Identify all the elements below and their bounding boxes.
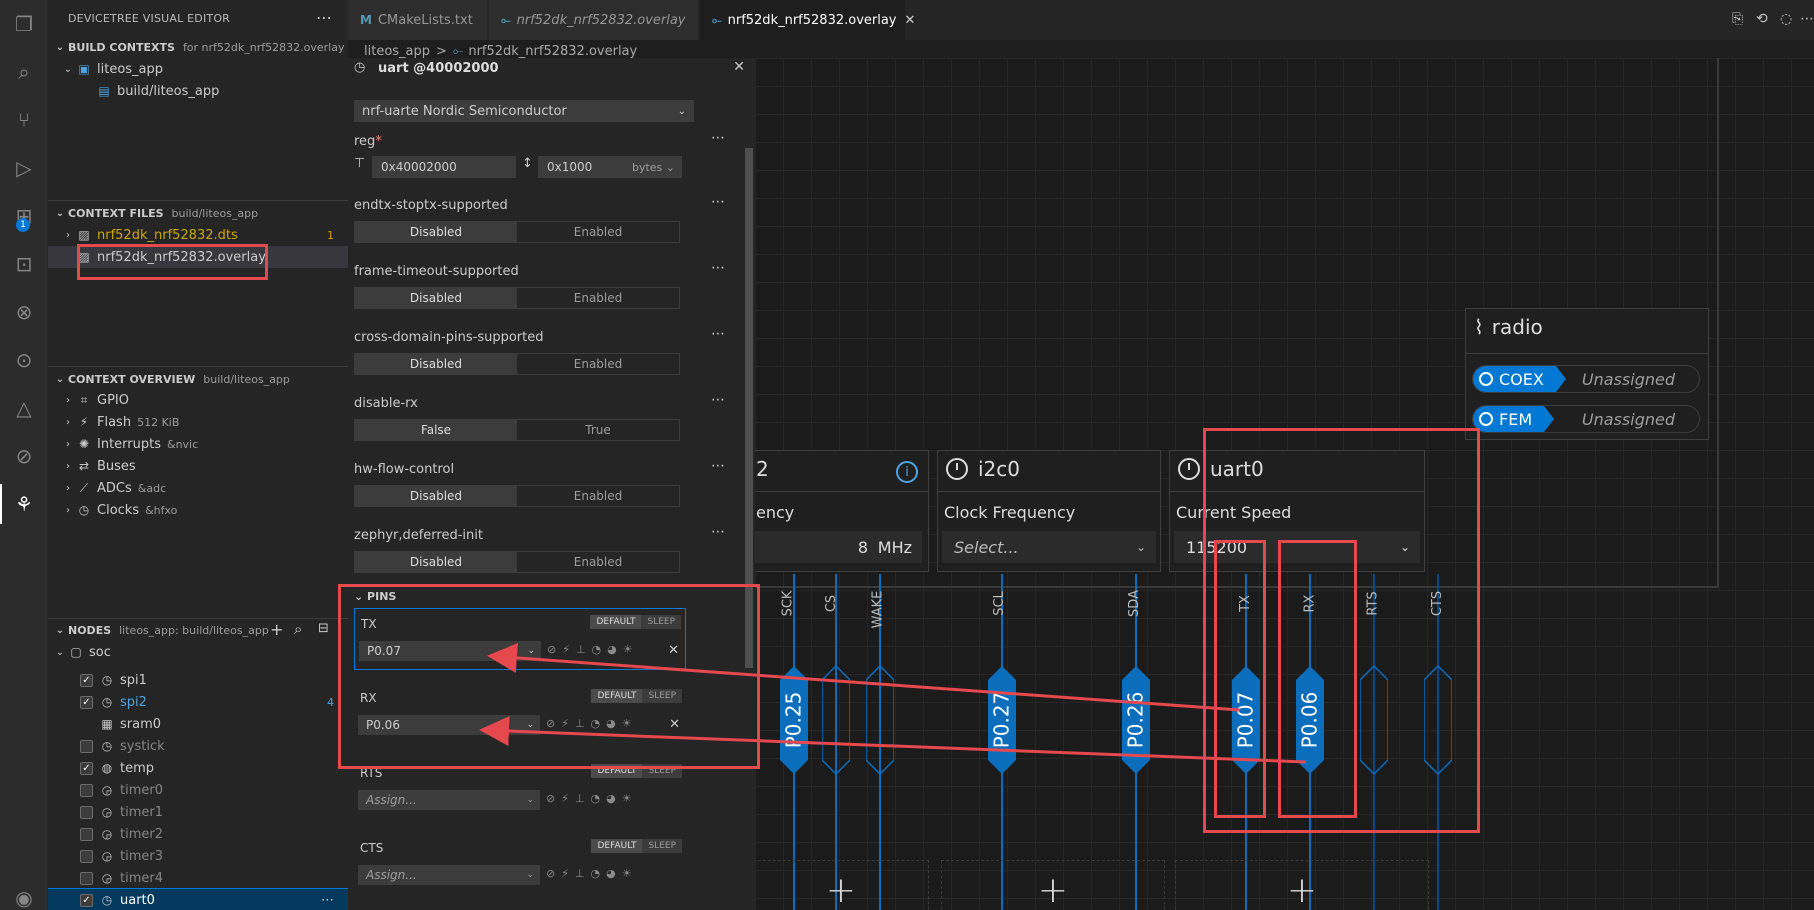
annotation-arrows [479, 642, 1307, 764]
